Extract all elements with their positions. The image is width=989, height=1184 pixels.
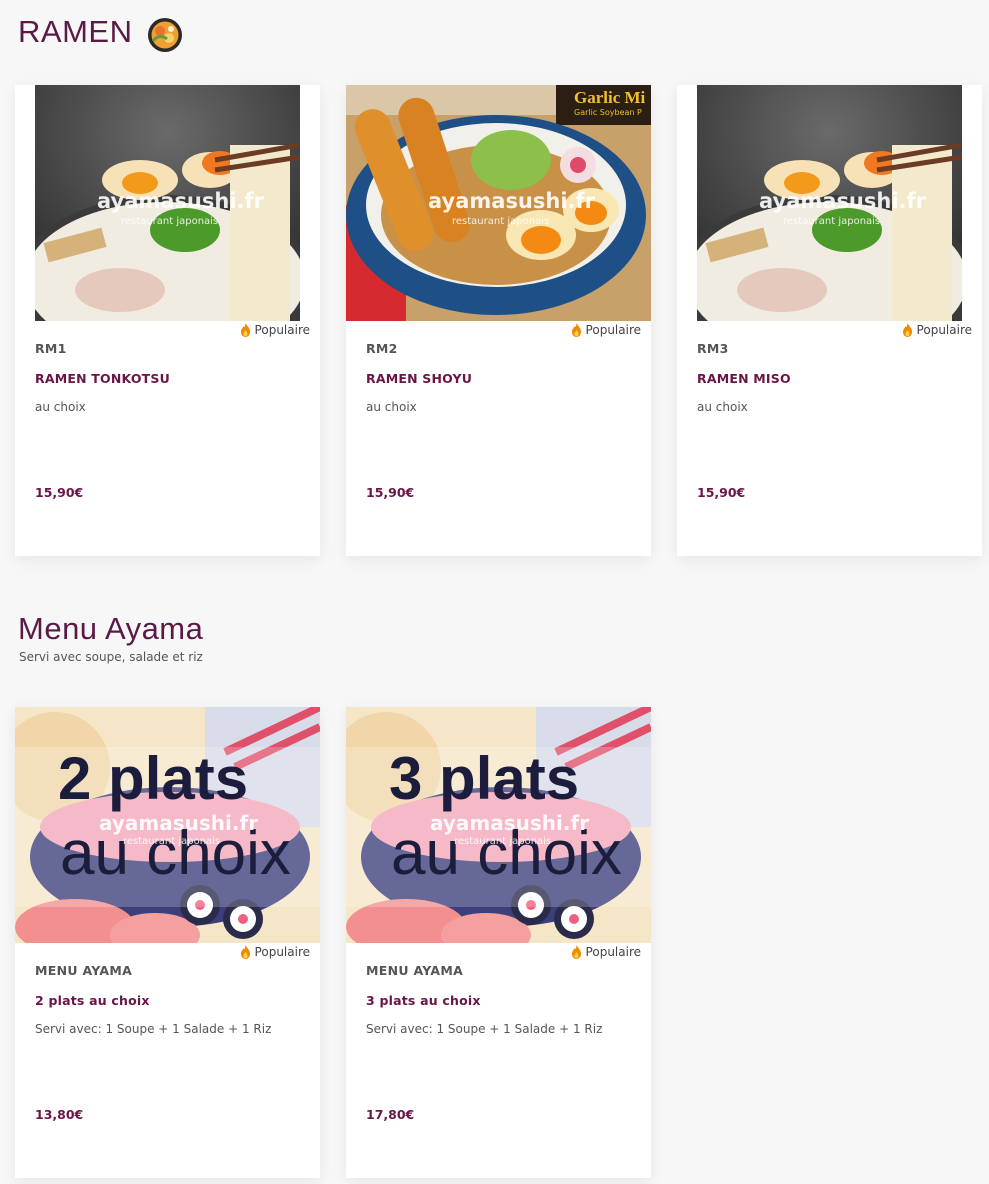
image-watermark: ayamasushi.fr <box>759 189 927 213</box>
menu-illustration-2-plats: 2 plats au choix ayamasushi.fr restauran… <box>15 707 320 943</box>
section-subtitle: Servi avec soupe, salade et riz <box>19 650 203 664</box>
menu-card[interactable]: Garlic Mi Garlic Soybean P ayamasushi.fr… <box>346 85 651 556</box>
item-code: RM3 <box>697 341 729 356</box>
popular-badge: Populaire <box>240 323 310 337</box>
fire-icon <box>571 945 581 959</box>
item-price: 15,90€ <box>366 485 415 500</box>
item-price: 17,80€ <box>366 1107 415 1122</box>
fire-icon <box>240 945 250 959</box>
item-price: 15,90€ <box>35 485 84 500</box>
item-description: Servi avec: 1 Soupe + 1 Salade + 1 Riz <box>366 1022 603 1036</box>
image-watermark: ayamasushi.fr <box>428 189 596 213</box>
menu-card[interactable]: ayamasushi.fr restaurant japonais Popula… <box>15 85 320 556</box>
popular-label: Populaire <box>254 323 310 337</box>
ramen-bowl-icon <box>147 17 183 53</box>
item-code: MENU AYAMA <box>366 963 464 978</box>
item-name[interactable]: RAMEN MISO <box>697 371 791 386</box>
item-code: RM2 <box>366 341 398 356</box>
popular-badge: Populaire <box>240 945 310 959</box>
popular-label: Populaire <box>585 945 641 959</box>
dish-photo-shoyu: Garlic Mi Garlic Soybean P ayamasushi.fr… <box>346 85 651 321</box>
illustration-line-1: 2 plats <box>58 745 249 812</box>
fire-icon <box>240 323 250 337</box>
item-name[interactable]: RAMEN SHOYU <box>366 371 472 386</box>
dish-photo-tonkotsu: ayamasushi.fr restaurant japonais <box>35 85 300 321</box>
item-description: au choix <box>35 400 86 414</box>
item-code: MENU AYAMA <box>35 963 133 978</box>
image-sign-sub: Garlic Soybean P <box>574 108 642 117</box>
item-description: au choix <box>366 400 417 414</box>
menu-card[interactable]: 2 plats au choix ayamasushi.fr restauran… <box>15 707 320 1178</box>
dish-photo-miso: ayamasushi.fr restaurant japonais <box>697 85 962 321</box>
popular-label: Populaire <box>254 945 310 959</box>
illustration-line-1: 3 plats <box>389 745 580 812</box>
menu-card[interactable]: ayamasushi.fr restaurant japonais Popula… <box>677 85 982 556</box>
item-name[interactable]: 3 plats au choix <box>366 993 481 1008</box>
item-description: Servi avec: 1 Soupe + 1 Salade + 1 Riz <box>35 1022 272 1036</box>
popular-badge: Populaire <box>571 945 641 959</box>
menu-card[interactable]: 3 plats au choix ayamasushi.fr restauran… <box>346 707 651 1178</box>
fire-icon <box>902 323 912 337</box>
item-price: 15,90€ <box>697 485 746 500</box>
popular-badge: Populaire <box>902 323 972 337</box>
item-price: 13,80€ <box>35 1107 84 1122</box>
image-watermark: ayamasushi.fr <box>99 811 259 835</box>
image-sign: Garlic Mi <box>574 88 646 107</box>
item-description: au choix <box>697 400 748 414</box>
image-watermark: ayamasushi.fr <box>97 189 265 213</box>
section-title-menu-ayama: Menu Ayama <box>18 611 204 646</box>
image-watermark-sub: restaurant japonais <box>783 216 881 227</box>
popular-badge: Populaire <box>571 323 641 337</box>
image-watermark-sub: restaurant japonais <box>121 216 219 227</box>
image-watermark: ayamasushi.fr <box>430 811 590 835</box>
item-code: RM1 <box>35 341 67 356</box>
section-title-ramen: RAMEN <box>18 14 133 49</box>
item-name[interactable]: 2 plats au choix <box>35 993 150 1008</box>
popular-label: Populaire <box>585 323 641 337</box>
menu-illustration-3-plats: 3 plats au choix ayamasushi.fr restauran… <box>346 707 651 943</box>
image-watermark-sub: restaurant japonais <box>123 836 221 847</box>
image-watermark-sub: restaurant japonais <box>454 836 552 847</box>
image-watermark-sub: restaurant japonais <box>452 216 550 227</box>
item-name[interactable]: RAMEN TONKOTSU <box>35 371 170 386</box>
popular-label: Populaire <box>916 323 972 337</box>
fire-icon <box>571 323 581 337</box>
